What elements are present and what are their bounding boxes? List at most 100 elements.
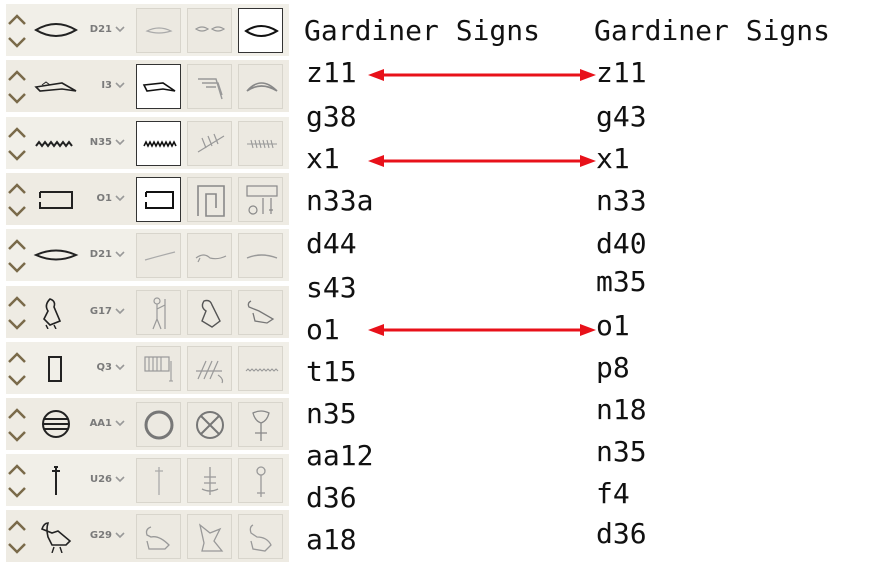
reorder-arrows: [6, 235, 28, 277]
bird-wings-icon[interactable]: [187, 514, 232, 559]
stool-glyph-icon: [32, 351, 80, 385]
chevron-up-icon[interactable]: [8, 464, 26, 475]
chevron-down-icon[interactable]: [8, 150, 26, 161]
ring-icon[interactable]: [136, 402, 181, 447]
owl-glyph-icon: [32, 295, 80, 330]
sign-row: D21: [6, 229, 289, 283]
reorder-arrows: [6, 10, 28, 52]
chevron-down-icon[interactable]: [8, 543, 26, 554]
eyes-pair-icon[interactable]: [187, 8, 232, 53]
sign-code: G17: [89, 306, 112, 317]
bird-icon[interactable]: [187, 290, 232, 335]
chevron-up-icon[interactable]: [8, 127, 26, 138]
water-ripple-icon[interactable]: [136, 121, 181, 166]
chevron-down-icon[interactable]: [8, 319, 26, 330]
chevron-down-icon[interactable]: [8, 262, 26, 273]
chevron-up-icon[interactable]: [8, 408, 26, 419]
man-staff-icon[interactable]: [136, 290, 181, 335]
arc-line-icon[interactable]: [238, 233, 283, 278]
bird-flat-icon[interactable]: [187, 233, 232, 278]
double-arrow-icon: [368, 69, 596, 81]
line-faint-icon[interactable]: [136, 233, 181, 278]
chevron-down-icon[interactable]: [114, 359, 126, 373]
drill-faint-icon[interactable]: [136, 458, 181, 503]
sign-code: AA1: [89, 418, 112, 429]
eye-faint-icon[interactable]: [136, 8, 181, 53]
comb-icon[interactable]: [136, 346, 181, 391]
fish-bone-icon[interactable]: [238, 121, 283, 166]
sign-code: D21: [89, 249, 112, 260]
house-plan-glyph-icon: [32, 182, 80, 216]
vessels-icon[interactable]: [238, 177, 283, 222]
sign-row: O1: [6, 173, 289, 227]
ibis-glyph-icon: [32, 519, 80, 554]
chevron-up-icon[interactable]: [8, 296, 26, 307]
reeds-icon[interactable]: [187, 121, 232, 166]
sign-row: I3: [6, 60, 289, 114]
chevron-down-icon[interactable]: [8, 375, 26, 386]
chevron-down-icon[interactable]: [114, 415, 126, 429]
chevron-down-icon[interactable]: [114, 21, 126, 35]
sign-row: G17: [6, 286, 289, 340]
sign-selector-panel: D21 I3 N35 O1 D21 G17 Q3 AA1 U26 G29: [0, 0, 292, 564]
chevron-down-icon[interactable]: [114, 134, 126, 148]
spiral-icon[interactable]: [187, 177, 232, 222]
mouth-glyph-icon: [32, 238, 80, 272]
reorder-arrows: [6, 404, 28, 446]
sign-row: Q3: [6, 342, 289, 396]
chevron-down-icon[interactable]: [8, 487, 26, 498]
chevron-up-icon[interactable]: [8, 70, 26, 81]
duck-icon[interactable]: [136, 514, 181, 559]
sign-row: AA1: [6, 398, 289, 452]
eye-glyph-icon: [32, 13, 80, 47]
chevron-down-icon[interactable]: [114, 246, 126, 260]
arc-icon[interactable]: [238, 64, 283, 109]
sign-code: D21: [89, 24, 112, 35]
chevron-down-icon[interactable]: [114, 527, 126, 541]
crocodile-glyph-icon: [32, 69, 80, 103]
chevron-down-icon[interactable]: [114, 303, 126, 317]
reorder-arrows: [6, 66, 28, 108]
sign-row: U26: [6, 454, 289, 508]
stairs-icon[interactable]: [187, 64, 232, 109]
sign-code: O1: [96, 193, 112, 204]
water-ripple-glyph-icon: [32, 126, 80, 160]
house-plan-icon[interactable]: [136, 177, 181, 222]
chevron-down-icon[interactable]: [114, 471, 126, 485]
plant-icon[interactable]: [187, 458, 232, 503]
duck-standing-icon[interactable]: [238, 514, 283, 559]
chevron-down-icon[interactable]: [114, 77, 126, 91]
double-arrow-icon: [368, 155, 596, 167]
reorder-arrows: [6, 348, 28, 390]
reorder-arrows: [6, 460, 28, 502]
comparison-table: Gardiner Signs Gardiner Signs z11 g38 x1 n3…: [292, 0, 879, 562]
sign-row: D21: [6, 4, 289, 58]
placenta-glyph-icon: [32, 407, 80, 441]
sign-code: U26: [89, 474, 112, 485]
reorder-arrows: [6, 179, 28, 221]
chevron-up-icon[interactable]: [8, 14, 26, 25]
heart-vase-icon[interactable]: [238, 402, 283, 447]
eye-icon[interactable]: [238, 8, 283, 53]
chevron-up-icon[interactable]: [8, 239, 26, 250]
water-line-icon[interactable]: [238, 346, 283, 391]
hatch-icon[interactable]: [187, 346, 232, 391]
chevron-down-icon[interactable]: [8, 93, 26, 104]
chevron-down-icon[interactable]: [8, 431, 26, 442]
sign-code: Q3: [96, 362, 112, 373]
sign-code: N35: [89, 137, 112, 148]
crocodile-icon[interactable]: [136, 64, 181, 109]
reorder-arrows: [6, 516, 28, 558]
ibis-icon[interactable]: [238, 290, 283, 335]
chevron-up-icon[interactable]: [8, 183, 26, 194]
reorder-arrows: [6, 123, 28, 165]
chevron-down-icon[interactable]: [8, 206, 26, 217]
double-arrow-icon: [368, 324, 596, 336]
ankh-stick-icon[interactable]: [238, 458, 283, 503]
chevron-up-icon[interactable]: [8, 520, 26, 531]
chevron-down-icon[interactable]: [8, 37, 26, 48]
sign-code: G29: [89, 530, 112, 541]
crossed-circle-icon[interactable]: [187, 402, 232, 447]
chevron-down-icon[interactable]: [114, 190, 126, 204]
chevron-up-icon[interactable]: [8, 352, 26, 363]
